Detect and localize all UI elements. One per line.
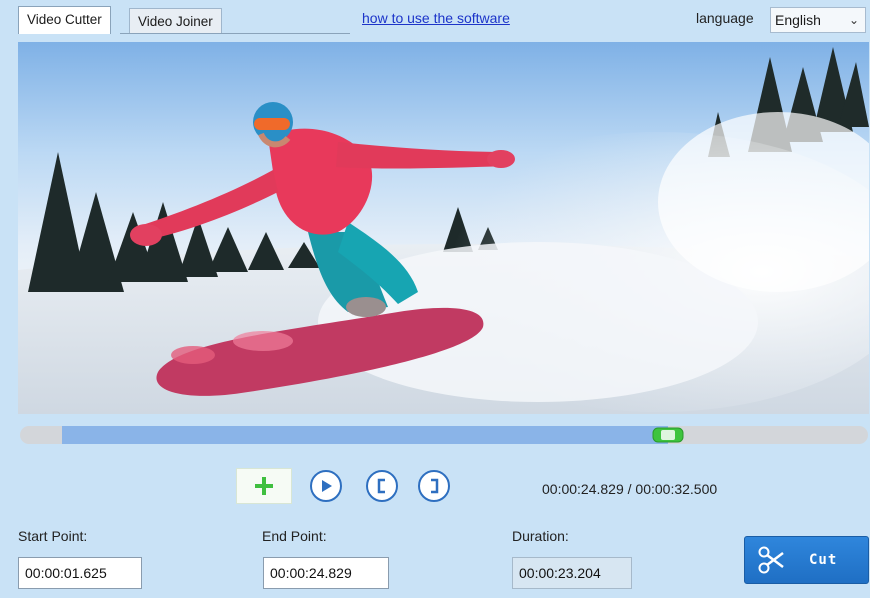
end-point-input[interactable]: 00:00:24.829 (263, 557, 389, 589)
play-icon (322, 480, 332, 492)
cut-button[interactable]: Cut (744, 536, 869, 584)
timeline-playhead-handle[interactable] (652, 426, 684, 444)
tab-video-joiner[interactable]: Video Joiner (129, 8, 222, 34)
language-select[interactable]: English ⌄ (770, 7, 866, 33)
chevron-down-icon: ⌄ (848, 13, 859, 27)
duration-field: 00:00:23.204 (512, 557, 632, 589)
tab-video-cutter[interactable]: Video Cutter (18, 6, 111, 34)
set-start-button[interactable] (366, 470, 398, 502)
snowboarder-frame (18, 47, 869, 414)
help-link[interactable]: how to use the software (362, 10, 510, 26)
play-button[interactable] (310, 470, 342, 502)
language-label: language (696, 10, 754, 26)
start-point-input[interactable]: 00:00:01.625 (18, 557, 142, 589)
time-display: 00:00:24.829 / 00:00:32.500 (542, 481, 718, 497)
bracket-right-icon (431, 478, 439, 494)
start-point-label: Start Point: (18, 528, 88, 544)
scissors-icon (758, 546, 784, 574)
bracket-left-icon (377, 478, 385, 494)
cut-button-label: Cut (809, 552, 838, 568)
timeline-selection-range (62, 426, 668, 444)
tab-divider (120, 33, 350, 34)
video-preview[interactable] (18, 42, 869, 414)
duration-label: Duration: (512, 528, 569, 544)
add-segment-button[interactable] (236, 468, 292, 504)
language-selected-value: English (775, 12, 821, 28)
top-bar: Video Cutter Video Joiner how to use the… (0, 0, 870, 40)
end-point-label: End Point: (262, 528, 327, 544)
handle-grip-icon (652, 427, 684, 443)
plus-icon (255, 477, 273, 495)
set-end-button[interactable] (418, 470, 450, 502)
